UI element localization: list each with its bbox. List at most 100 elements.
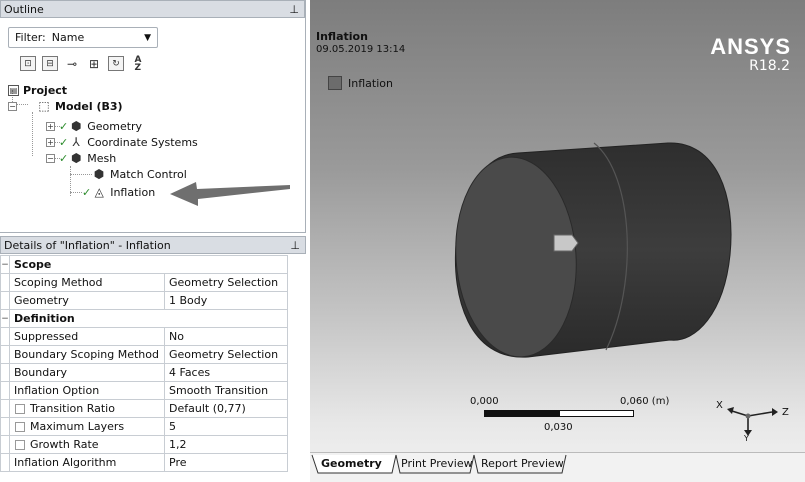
- details-property-name: Scoping Method: [9, 273, 165, 292]
- match-control-icon: ⬢: [93, 167, 105, 181]
- parameter-checkbox[interactable]: [15, 422, 25, 432]
- details-property-name: Transition Ratio: [30, 402, 115, 415]
- details-property-name: Boundary: [9, 363, 165, 382]
- refresh-icon[interactable]: ↻: [108, 56, 124, 71]
- axis-triad[interactable]: X Z Y: [716, 398, 789, 443]
- details-group-label: Scope: [9, 255, 288, 274]
- scale-bar: 0,000 0,060 (m) 0,030: [470, 396, 669, 436]
- collapse-icon[interactable]: −: [0, 309, 10, 328]
- details-property-name: Growth Rate: [30, 438, 99, 451]
- tree-item-project[interactable]: ▤ Project: [8, 82, 67, 98]
- inflation-icon: ◬: [94, 185, 104, 199]
- details-property-name: Geometry: [9, 291, 165, 310]
- mesh-icon: ⬢: [70, 151, 82, 165]
- coordinate-axes-icon: ⅄: [72, 135, 80, 149]
- version-label: R18.2: [749, 58, 790, 74]
- details-grid: − Scope Scoping Method Geometry Selectio…: [0, 255, 288, 472]
- scale-label-mid: 0,030: [544, 422, 573, 433]
- filter-dropdown[interactable]: Filter: Name ▼: [8, 27, 158, 48]
- tree-item-geometry[interactable]: + ✓ ⬢ Geometry: [46, 118, 142, 134]
- details-row[interactable]: Transition Ratio Default (0,77): [0, 399, 288, 418]
- details-property-name: Suppressed: [9, 327, 165, 346]
- checkmark-icon: ✓: [82, 185, 92, 199]
- expand-tree-icon[interactable]: ⊡: [20, 56, 36, 71]
- details-row[interactable]: Inflation Algorithm Pre: [0, 453, 288, 472]
- legend-swatch: [328, 76, 342, 90]
- collapse-icon[interactable]: −: [0, 255, 10, 274]
- collapse-icon[interactable]: −: [46, 153, 55, 163]
- left-panel: Outline ⊥ Filter: Name ▼ ⊡ ⊟ ⊸ ⊞ ↻ AZ ▤ …: [0, 0, 306, 482]
- details-property-value[interactable]: 5: [164, 417, 288, 436]
- geometry-icon: ⬢: [70, 119, 82, 133]
- tree-item-model[interactable]: − ⬚ Model (B3): [8, 98, 123, 114]
- expand-icon[interactable]: +: [46, 137, 55, 147]
- viewport-datetime: 09.05.2019 13:14: [316, 44, 406, 55]
- details-property-value[interactable]: 1,2: [164, 435, 288, 454]
- triad-icon: [727, 407, 778, 436]
- details-property-value[interactable]: Geometry Selection: [164, 345, 288, 364]
- details-property-name: Inflation Option: [9, 381, 165, 400]
- details-panel: Details of "Inflation" - Inflation ⊥ − S…: [0, 236, 306, 482]
- tree-label-project: Project: [23, 83, 68, 97]
- annotation-arrow: [170, 182, 290, 206]
- plus-box-icon[interactable]: ⊞: [86, 56, 102, 71]
- outline-title: Outline: [4, 2, 44, 16]
- parameter-checkbox[interactable]: [15, 440, 25, 450]
- outline-header: Outline ⊥: [0, 0, 305, 18]
- viewport-title: Inflation: [316, 30, 368, 43]
- pin-icon[interactable]: ⊥: [289, 3, 299, 16]
- details-row[interactable]: Maximum Layers 5: [0, 417, 288, 436]
- checkmark-icon: ✓: [59, 151, 69, 165]
- tab-print-preview[interactable]: Print Preview: [398, 457, 476, 473]
- details-row[interactable]: Boundary Scoping Method Geometry Selecti…: [0, 345, 288, 364]
- details-group-row[interactable]: − Scope: [0, 255, 288, 274]
- details-title: Details of "Inflation" - Inflation: [4, 238, 171, 252]
- cylinder-model[interactable]: [448, 135, 738, 360]
- checkmark-icon: ✓: [59, 119, 69, 133]
- ansys-logo: ANSYS: [710, 34, 791, 59]
- filter-value: Name: [51, 31, 85, 44]
- details-property-value[interactable]: 1 Body: [164, 291, 288, 310]
- axis-label-z: Z: [782, 407, 789, 418]
- details-group-label: Definition: [9, 309, 288, 328]
- details-property-value[interactable]: Pre: [164, 453, 288, 472]
- tab-geometry[interactable]: Geometry: [318, 457, 385, 473]
- details-property-value[interactable]: Geometry Selection: [164, 273, 288, 292]
- details-row[interactable]: Suppressed No: [0, 327, 288, 346]
- details-row[interactable]: Inflation Option Smooth Transition: [0, 381, 288, 400]
- tree-item-coordinate-systems[interactable]: + ✓ ⅄ Coordinate Systems: [46, 134, 198, 150]
- model-icon: ⬚: [38, 99, 50, 113]
- collapse-icon[interactable]: −: [8, 101, 17, 111]
- link-icon[interactable]: ⊸: [64, 56, 80, 71]
- expand-icon[interactable]: +: [46, 121, 55, 131]
- details-property-value[interactable]: No: [164, 327, 288, 346]
- outline-toolbar: ⊡ ⊟ ⊸ ⊞ ↻ AZ: [20, 55, 146, 72]
- details-row[interactable]: Geometry 1 Body: [0, 291, 288, 310]
- tree-item-inflation[interactable]: ✓ ◬ Inflation: [82, 184, 155, 200]
- legend: Inflation: [328, 76, 393, 90]
- project-icon: ▤: [8, 84, 19, 96]
- graphics-viewport[interactable]: Inflation 09.05.2019 13:14 Inflation ANS…: [310, 0, 805, 482]
- pin-icon[interactable]: ⊥: [290, 239, 300, 252]
- tab-report-preview[interactable]: Report Preview: [478, 457, 567, 473]
- sort-az-icon[interactable]: AZ: [130, 55, 146, 72]
- parameter-checkbox[interactable]: [15, 404, 25, 414]
- tree-label-mesh: Mesh: [87, 151, 117, 165]
- axis-label-x: X: [716, 400, 723, 411]
- details-row[interactable]: Growth Rate 1,2: [0, 435, 288, 454]
- checkmark-icon: ✓: [59, 135, 69, 149]
- details-group-row[interactable]: − Definition: [0, 309, 288, 328]
- chevron-down-icon: ▼: [144, 32, 151, 43]
- tree-label-inflation: Inflation: [110, 185, 156, 199]
- tree-item-mesh[interactable]: − ✓ ⬢ Mesh: [46, 150, 116, 166]
- tree-label-model: Model (B3): [55, 99, 123, 113]
- details-property-value[interactable]: Default (0,77): [164, 399, 288, 418]
- details-property-value[interactable]: Smooth Transition: [164, 381, 288, 400]
- details-row[interactable]: Scoping Method Geometry Selection: [0, 273, 288, 292]
- viewport-tabs: Geometry Print Preview Report Preview: [310, 452, 805, 482]
- collapse-tree-icon[interactable]: ⊟: [42, 56, 58, 71]
- details-header: Details of "Inflation" - Inflation ⊥: [0, 236, 306, 254]
- details-property-value[interactable]: 4 Faces: [164, 363, 288, 382]
- scale-label-start: 0,000: [470, 396, 499, 407]
- details-row[interactable]: Boundary 4 Faces: [0, 363, 288, 382]
